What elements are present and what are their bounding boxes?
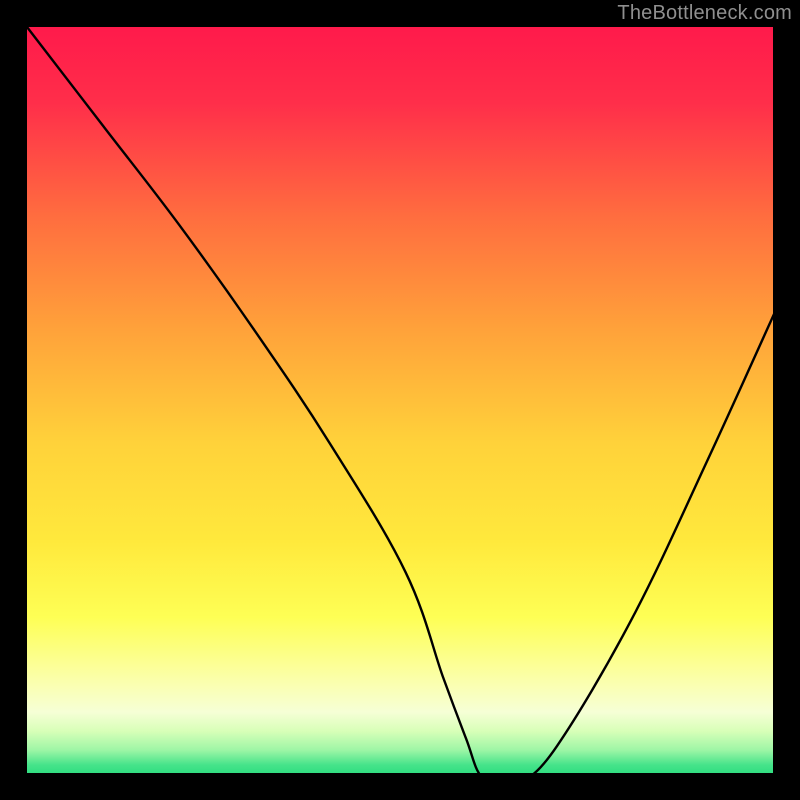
watermark-text: TheBottleneck.com xyxy=(617,2,792,25)
chart-container xyxy=(0,0,800,800)
bottleneck-chart xyxy=(0,0,800,800)
plot-background xyxy=(27,27,784,784)
